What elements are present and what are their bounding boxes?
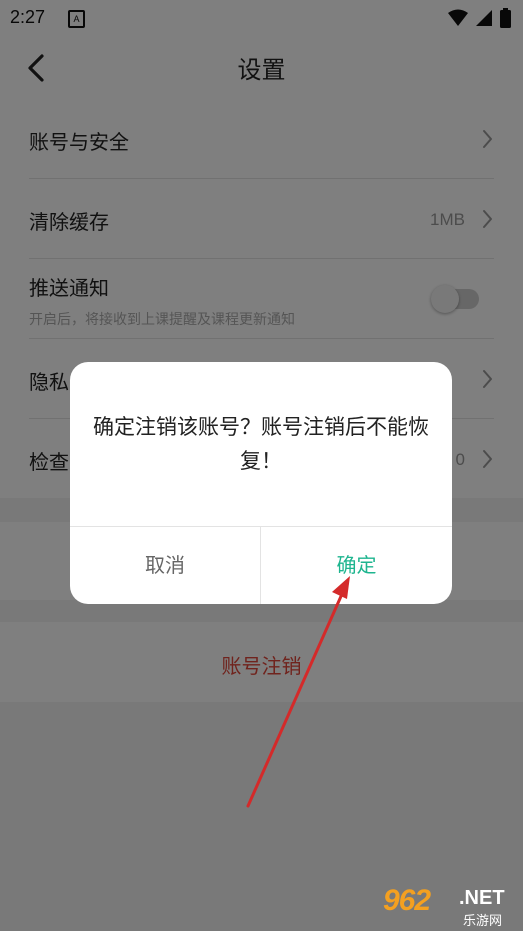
dialog-message: 确定注销该账号？账号注销后不能恢复！ [93, 415, 429, 473]
cancel-button[interactable]: 取消 [70, 527, 260, 604]
confirm-dialog: 确定注销该账号？账号注销后不能恢复！ 取消 确定 [70, 362, 452, 604]
watermark-suffix: .NET [459, 887, 505, 909]
watermark-logo: 962 .NET 乐游网 [383, 884, 518, 929]
watermark-subtitle: 乐游网 [463, 914, 503, 929]
watermark-number: 962 [383, 884, 431, 917]
confirm-button[interactable]: 确定 [261, 527, 452, 604]
